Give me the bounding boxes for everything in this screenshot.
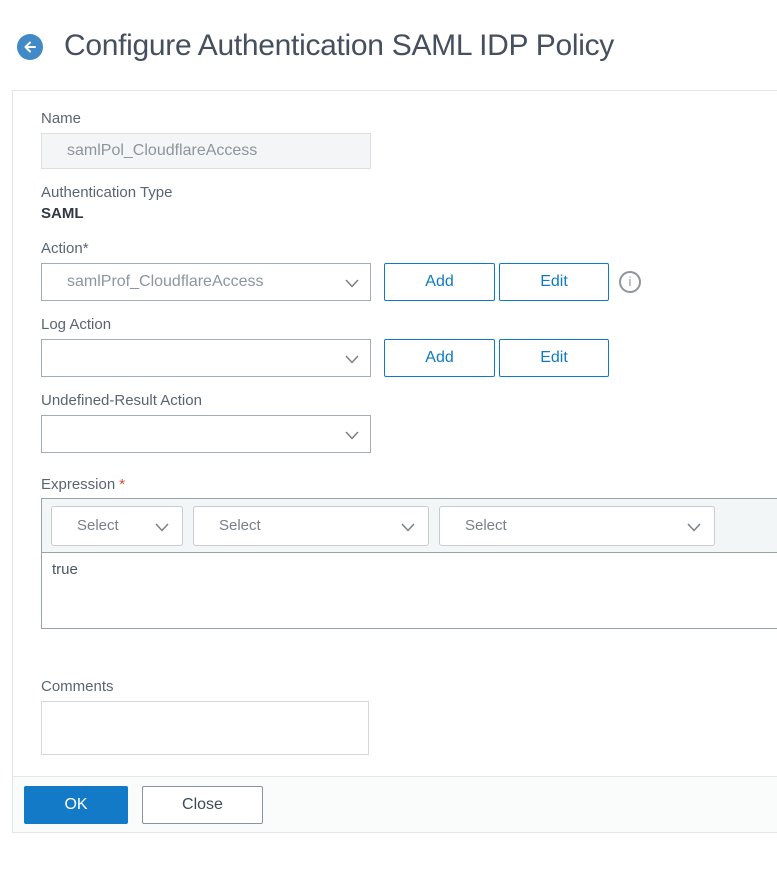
expression-editor: Select Select Select true [41, 498, 777, 629]
close-button[interactable]: Close [142, 786, 263, 824]
action-add-button[interactable]: Add [384, 263, 495, 301]
log-action-dropdown[interactable] [41, 339, 371, 377]
name-input: samlPol_CloudflareAccess [41, 133, 371, 169]
expression-select-1-value: Select [77, 516, 119, 534]
comments-label: Comments [41, 678, 114, 695]
form-panel: Name samlPol_CloudflareAccess Authentica… [12, 90, 777, 833]
undefined-result-action-dropdown-value [42, 425, 101, 442]
chevron-down-icon [344, 275, 360, 291]
action-dropdown-value: samlProf_CloudflareAccess [67, 273, 264, 290]
chevron-down-icon [344, 427, 360, 443]
chevron-down-icon [344, 351, 360, 367]
expression-select-3-value: Select [465, 516, 507, 534]
expression-select-1[interactable]: Select [51, 505, 183, 546]
back-button[interactable] [17, 34, 43, 60]
log-action-label: Log Action [41, 316, 112, 333]
log-action-add-button[interactable]: Add [384, 339, 495, 377]
expression-select-3[interactable]: Select [439, 505, 715, 546]
expression-select-2[interactable]: Select [193, 505, 429, 546]
chevron-down-icon [686, 519, 702, 535]
action-dropdown[interactable]: samlProf_CloudflareAccess [41, 263, 371, 301]
expression-label-text: Expression [41, 476, 116, 493]
info-icon[interactable]: i [619, 271, 641, 293]
comments-input[interactable] [41, 701, 369, 755]
action-edit-button[interactable]: Edit [499, 263, 609, 301]
page-title: Configure Authentication SAML IDP Policy [64, 29, 614, 62]
name-label: Name [41, 110, 82, 127]
chevron-down-icon [154, 519, 170, 535]
expression-label: Expression * [41, 476, 777, 494]
action-label: Action* [41, 240, 89, 257]
log-action-edit-button[interactable]: Edit [499, 339, 609, 377]
auth-type-label: Authentication Type [41, 184, 173, 201]
undefined-result-action-dropdown[interactable] [41, 415, 371, 453]
expression-toolbar: Select Select Select [42, 499, 777, 553]
undefined-result-action-label: Undefined-Result Action [41, 392, 202, 409]
expression-select-2-value: Select [219, 516, 261, 534]
required-marker: * [119, 476, 126, 493]
log-action-dropdown-value [42, 349, 101, 366]
page-header: Configure Authentication SAML IDP Policy [0, 0, 777, 90]
arrow-left-icon [22, 39, 38, 55]
form-footer: OK Close [13, 776, 777, 832]
chevron-down-icon [400, 519, 416, 535]
expression-input[interactable]: true [42, 553, 777, 628]
auth-type-value: SAML [41, 205, 84, 222]
ok-button[interactable]: OK [24, 786, 128, 824]
